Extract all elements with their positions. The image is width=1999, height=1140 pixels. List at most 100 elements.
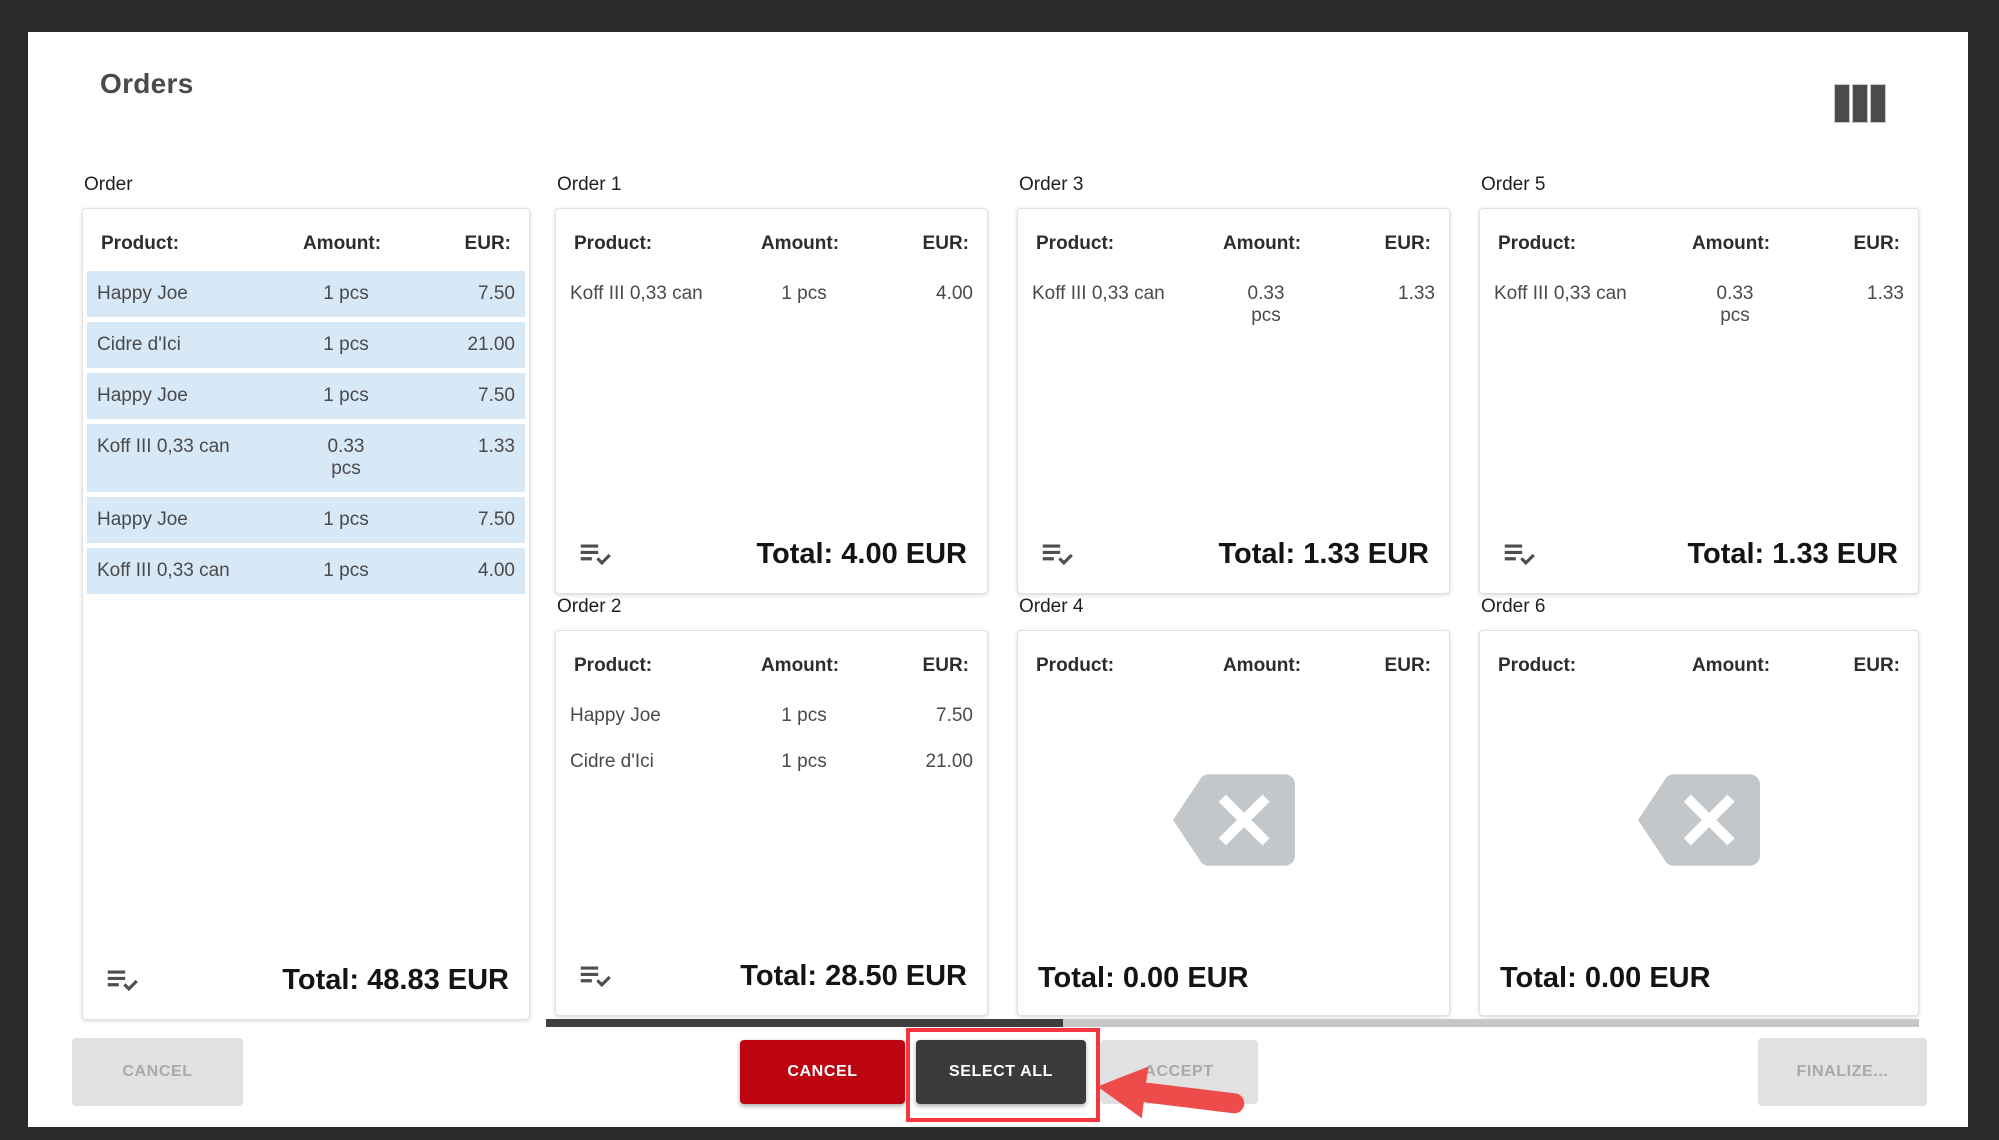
order-total-row: Total: 0.00 EUR — [1484, 952, 1914, 1011]
playlist-check-icon — [576, 535, 614, 573]
item-amount: 0.33 pcs — [1716, 283, 1754, 326]
order-label: Order 3 — [1019, 174, 1084, 195]
item-product: Koff III 0,33 can — [1494, 283, 1627, 304]
item-product: Happy Joe — [97, 283, 188, 304]
column-header-product: Product: — [1036, 233, 1115, 254]
item-product: Koff III 0,33 can — [1032, 283, 1165, 304]
column-header-amount: Amount: — [760, 233, 840, 254]
item-product: Koff III 0,33 can — [97, 560, 230, 581]
column-header-amount: Amount: — [1691, 655, 1771, 676]
order-card-body: Happy Joe 1 pcs 7.50 Cidre d'Ici 1 pcs 2… — [560, 693, 983, 947]
scrollbar-thumb[interactable] — [546, 1019, 1063, 1027]
item-eur: 21.00 — [925, 751, 973, 772]
item-amount: 0.33 pcs — [1247, 283, 1285, 326]
item-eur: 7.50 — [478, 385, 515, 406]
order-item-rows: Koff III 0,33 can 0.33 pcs 1.33 — [1022, 271, 1445, 339]
item-product: Koff III 0,33 can — [97, 436, 230, 457]
order-item-row[interactable]: Koff III 0,33 can 0.33 pcs 1.33 — [87, 424, 525, 492]
item-product: Happy Joe — [570, 705, 661, 726]
column-header-eur: EUR: — [1384, 655, 1431, 676]
column-header-amount: Amount: — [1222, 233, 1302, 254]
item-product: Happy Joe — [97, 385, 188, 406]
columns-view-bar — [1834, 84, 1850, 123]
item-amount: 1 pcs — [781, 283, 827, 304]
order-item-row[interactable]: Cidre d'Ici 1 pcs 21.00 — [560, 739, 983, 785]
cancel-secondary-button[interactable]: CANCEL — [72, 1038, 243, 1106]
playlist-check-icon — [1500, 535, 1538, 573]
order-item-rows: Happy Joe 1 pcs 7.50 Cidre d'Ici 1 pcs 2… — [87, 271, 525, 599]
column-header-product: Product: — [1498, 233, 1577, 254]
order-total: Total: 4.00 EUR — [756, 537, 967, 570]
playlist-check-icon — [1038, 535, 1076, 573]
order-card[interactable]: Product: Amount: EUR: Happy Joe 1 pcs 7.… — [555, 630, 988, 1016]
order-total: Total: 28.50 EUR — [740, 959, 967, 992]
columns-view-bar — [1852, 84, 1868, 123]
column-header-amount: Amount: — [1222, 655, 1302, 676]
item-product: Cidre d'Ici — [97, 334, 181, 355]
order-total: Total: 0.00 EUR — [1038, 962, 1249, 994]
order-total: Total: 1.33 EUR — [1218, 537, 1429, 570]
order-item-row[interactable]: Cidre d'Ici 1 pcs 21.00 — [87, 322, 525, 368]
order-cell: Order 4 Product: Amount: EUR: Total: 0.0… — [1017, 596, 1450, 1016]
order-item-row[interactable]: Koff III 0,33 can 0.33 pcs 1.33 — [1022, 271, 1445, 339]
master-order-column: Order Product: Amount: EUR: Happy Joe 1 … — [82, 174, 530, 1020]
select-all-button[interactable]: SELECT ALL — [916, 1040, 1086, 1104]
item-amount: 1 pcs — [323, 509, 369, 530]
columns-view-icon[interactable] — [1834, 84, 1886, 123]
backspace-x-icon — [1638, 759, 1760, 886]
order-total-row: Total: 4.00 EUR — [560, 525, 983, 589]
item-product: Cidre d'Ici — [570, 751, 654, 772]
order-card[interactable]: Product: Amount: EUR: Total: 0.00 EUR — [1479, 630, 1919, 1016]
order-card[interactable]: Product: Amount: EUR: Koff III 0,33 can … — [1479, 208, 1919, 594]
item-amount: 1 pcs — [323, 385, 369, 406]
column-header-amount: Amount: — [760, 655, 840, 676]
order-total-row: Total: 48.83 EUR — [87, 951, 525, 1015]
order-total-row: Total: 1.33 EUR — [1484, 525, 1914, 589]
horizontal-scrollbar[interactable] — [546, 1019, 1919, 1027]
order-item-row[interactable]: Koff III 0,33 can 1 pcs 4.00 — [560, 271, 983, 317]
order-table-header: Product: Amount: EUR: — [1484, 213, 1914, 271]
item-product: Happy Joe — [97, 509, 188, 530]
order-card[interactable]: Product: Amount: EUR: Happy Joe 1 pcs 7.… — [82, 208, 530, 1020]
order-item-rows: Happy Joe 1 pcs 7.50 Cidre d'Ici 1 pcs 2… — [560, 693, 983, 785]
order-table-header: Product: Amount: EUR: — [1022, 213, 1445, 271]
item-amount: 1 pcs — [781, 751, 827, 772]
column-header-product: Product: — [1036, 655, 1115, 676]
item-product: Koff III 0,33 can — [570, 283, 703, 304]
order-item-rows: Koff III 0,33 can 0.33 pcs 1.33 — [1484, 271, 1914, 339]
order-cell: Order 1 Product: Amount: EUR: Koff III 0… — [555, 174, 988, 594]
order-card-body: Happy Joe 1 pcs 7.50 Cidre d'Ici 1 pcs 2… — [87, 271, 525, 951]
order-item-row[interactable]: Happy Joe 1 pcs 7.50 — [87, 271, 525, 317]
column-header-product: Product: — [574, 233, 653, 254]
order-table-header: Product: Amount: EUR: — [560, 635, 983, 693]
order-card[interactable]: Product: Amount: EUR: Koff III 0,33 can … — [1017, 208, 1450, 594]
order-cell: Order Product: Amount: EUR: Happy Joe 1 … — [82, 174, 530, 1020]
column-header-eur: EUR: — [464, 233, 511, 254]
column-header-product: Product: — [1498, 655, 1577, 676]
order-table-header: Product: Amount: EUR: — [87, 213, 525, 271]
order-item-row[interactable]: Happy Joe 1 pcs 7.50 — [87, 373, 525, 419]
order-total-row: Total: 28.50 EUR — [560, 947, 983, 1011]
order-card-body: Koff III 0,33 can 1 pcs 4.00 — [560, 271, 983, 525]
order-table-header: Product: Amount: EUR: — [560, 213, 983, 271]
order-table-header: Product: Amount: EUR: — [1484, 635, 1914, 693]
order-label: Order 5 — [1481, 174, 1546, 195]
item-eur: 4.00 — [936, 283, 973, 304]
cancel-button[interactable]: CANCEL — [740, 1040, 905, 1104]
order-item-row[interactable]: Koff III 0,33 can 1 pcs 4.00 — [87, 548, 525, 594]
item-eur: 7.50 — [478, 283, 515, 304]
orders-grid: Order 1 Product: Amount: EUR: Koff III 0… — [555, 174, 1919, 1016]
order-item-row[interactable]: Happy Joe 1 pcs 7.50 — [87, 497, 525, 543]
order-card[interactable]: Product: Amount: EUR: Total: 0.00 EUR — [1017, 630, 1450, 1016]
backspace-x-icon — [1172, 759, 1295, 886]
order-item-row[interactable]: Happy Joe 1 pcs 7.50 — [560, 693, 983, 739]
finalize-button[interactable]: FINALIZE... — [1758, 1038, 1927, 1106]
accept-button[interactable]: ACCEPT — [1100, 1040, 1258, 1104]
order-card[interactable]: Product: Amount: EUR: Koff III 0,33 can … — [555, 208, 988, 594]
item-eur: 7.50 — [478, 509, 515, 530]
column-header-product: Product: — [101, 233, 180, 254]
column-header-amount: Amount: — [302, 233, 382, 254]
column-header-eur: EUR: — [922, 655, 969, 676]
order-cell: Order 6 Product: Amount: EUR: Total: 0.0… — [1479, 596, 1919, 1016]
order-item-row[interactable]: Koff III 0,33 can 0.33 pcs 1.33 — [1484, 271, 1914, 339]
